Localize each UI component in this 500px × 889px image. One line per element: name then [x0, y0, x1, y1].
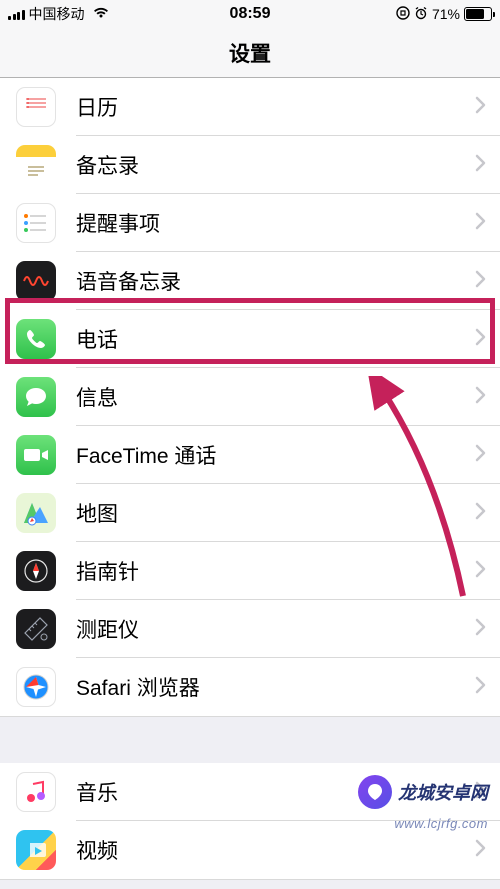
nav-bar: 设置 [0, 28, 500, 78]
battery-fill [466, 9, 484, 19]
row-label: 日历 [76, 92, 474, 122]
battery-percentage: 71% [432, 6, 460, 22]
row-label: 视频 [76, 835, 474, 865]
chevron-right-icon [474, 444, 486, 467]
status-bar: 中国移动 08:59 71% [0, 0, 500, 28]
row-label: 音乐 [76, 777, 474, 807]
settings-row-compass[interactable]: 指南针 [0, 542, 500, 600]
settings-row-phone[interactable]: 电话 [0, 310, 500, 368]
compass-icon [16, 551, 56, 591]
settings-group: 音乐视频 [0, 763, 500, 880]
settings-row-maps[interactable]: 地图 [0, 484, 500, 542]
messages-icon [16, 377, 56, 417]
chevron-right-icon [474, 676, 486, 699]
status-left: 中国移动 [8, 4, 109, 24]
notes-icon [16, 145, 56, 185]
chevron-right-icon [474, 328, 486, 351]
chevron-right-icon [474, 618, 486, 641]
settings-group: 日历备忘录提醒事项语音备忘录电话信息 FaceTime 通话地图指南针测距仪 Saf… [0, 78, 500, 717]
row-label: 备忘录 [76, 150, 474, 180]
wifi-icon [93, 6, 109, 22]
signal-icon [8, 8, 25, 20]
row-label: Safari 浏览器 [76, 672, 474, 702]
chevron-right-icon [474, 839, 486, 862]
orientation-lock-icon [396, 6, 410, 23]
chevron-right-icon [474, 212, 486, 235]
chevron-right-icon [474, 270, 486, 293]
phone-icon [16, 319, 56, 359]
settings-row-voice-memos[interactable]: 语音备忘录 [0, 252, 500, 310]
row-label: 地图 [76, 498, 474, 528]
music-icon [16, 772, 56, 812]
facetime-icon [16, 435, 56, 475]
settings-row-notes[interactable]: 备忘录 [0, 136, 500, 194]
settings-row-calendar[interactable]: 日历 [0, 78, 500, 136]
reminders-icon [16, 203, 56, 243]
status-time: 08:59 [230, 5, 271, 23]
page-title: 设置 [229, 38, 271, 68]
settings-row-messages[interactable]: 信息 [0, 368, 500, 426]
row-label: 指南针 [76, 556, 474, 586]
settings-row-safari[interactable]: Safari 浏览器 [0, 658, 500, 716]
settings-row-measure[interactable]: 测距仪 [0, 600, 500, 658]
chevron-right-icon [474, 781, 486, 804]
group-separator [0, 717, 500, 763]
alarm-icon [414, 6, 428, 23]
row-label: 信息 [76, 382, 474, 412]
chevron-right-icon [474, 560, 486, 583]
row-label: FaceTime 通话 [76, 440, 474, 470]
chevron-right-icon [474, 96, 486, 119]
chevron-right-icon [474, 154, 486, 177]
settings-list: 日历备忘录提醒事项语音备忘录电话信息 FaceTime 通话地图指南针测距仪 Saf… [0, 78, 500, 880]
safari-icon [16, 667, 56, 707]
row-label: 电话 [76, 324, 474, 354]
row-label: 语音备忘录 [76, 266, 474, 296]
measure-icon [16, 609, 56, 649]
settings-row-reminders[interactable]: 提醒事项 [0, 194, 500, 252]
settings-row-videos[interactable]: 视频 [0, 821, 500, 879]
carrier-label: 中国移动 [29, 4, 85, 24]
maps-icon [16, 493, 56, 533]
chevron-right-icon [474, 502, 486, 525]
videos-icon [16, 830, 56, 870]
row-label: 提醒事项 [76, 208, 474, 238]
calendar-icon [16, 87, 56, 127]
battery-icon [464, 7, 492, 21]
row-label: 测距仪 [76, 614, 474, 644]
status-right: 71% [396, 6, 492, 23]
chevron-right-icon [474, 386, 486, 409]
settings-row-facetime[interactable]: FaceTime 通话 [0, 426, 500, 484]
settings-row-music[interactable]: 音乐 [0, 763, 500, 821]
voice-memos-icon [16, 261, 56, 301]
